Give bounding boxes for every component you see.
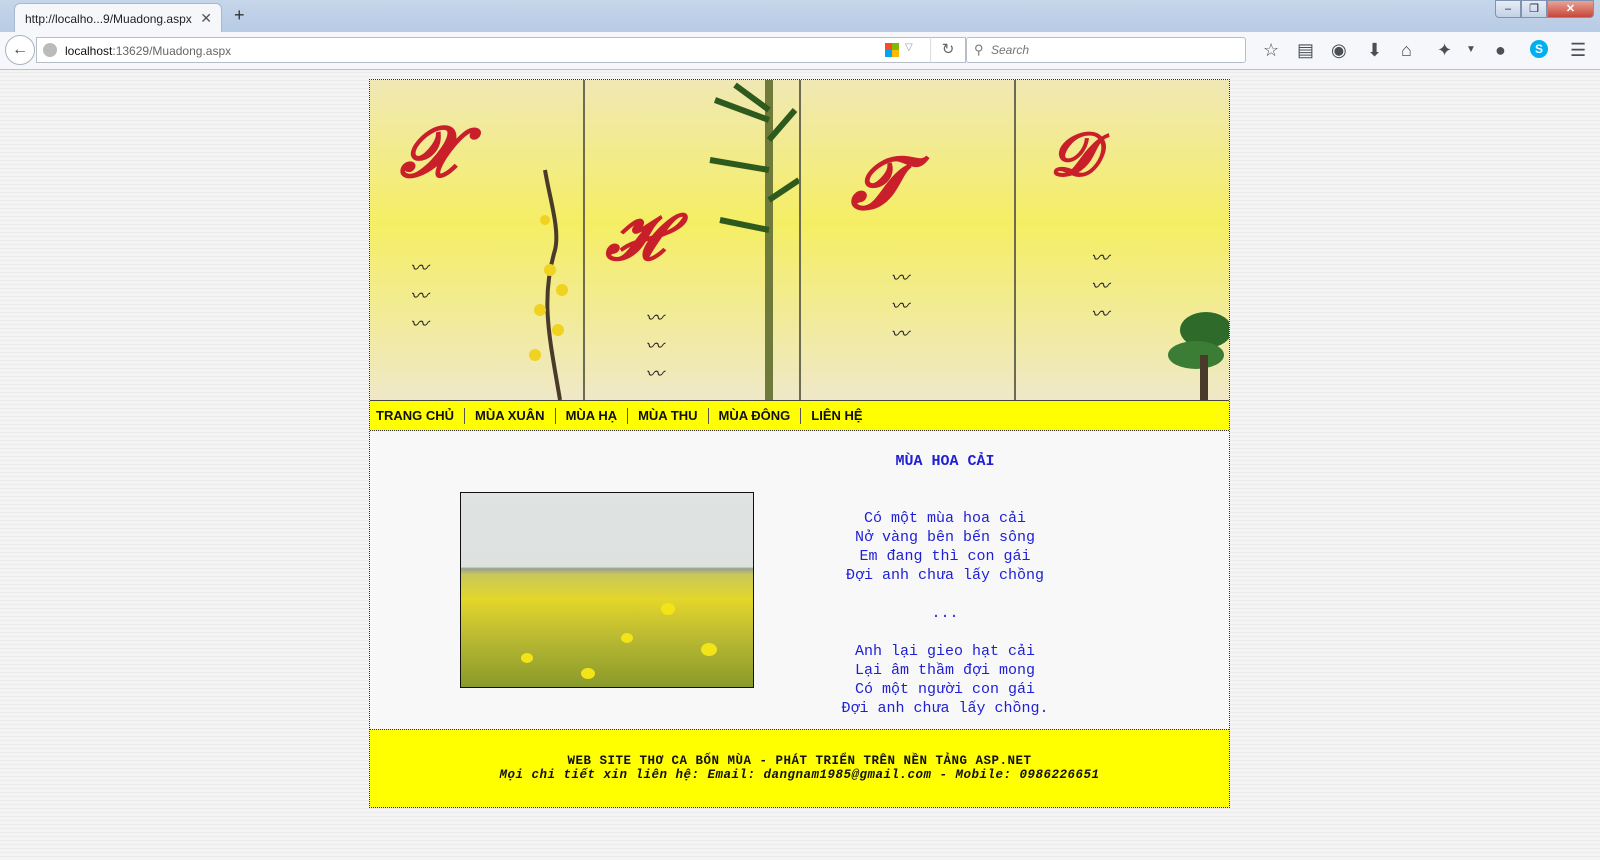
banner-panel-summer: 𝓗 〰〰〰: [585, 80, 801, 400]
pocket-icon[interactable]: ◉: [1331, 40, 1347, 60]
poem-line: Đợi anh chưa lấy chồng.: [841, 700, 1049, 717]
menu-item-autumn[interactable]: MÙA THU: [628, 407, 709, 424]
calligraphy-sub-autumn: 〰〰〰: [890, 268, 909, 345]
poem-line: Đợi anh chưa lấy chồng: [845, 567, 1045, 584]
header-banner: 𝓧 〰〰〰 𝓗 〰〰〰 𝓣 〰〰〰 𝓓 〰〰〰: [370, 80, 1229, 401]
calligraphy-spring: 𝓧: [400, 110, 457, 193]
chat-icon[interactable]: ●: [1495, 40, 1506, 60]
pine-tree-icon: [1167, 312, 1229, 400]
rapeseed-field-photo: [460, 492, 754, 688]
calligraphy-summer: 𝓗: [605, 200, 663, 275]
extension-dropdown-icon[interactable]: ▼: [1466, 40, 1476, 60]
menu-item-spring[interactable]: MÙA XUÂN: [465, 407, 556, 424]
poem-line: Có một mùa hoa cải: [863, 510, 1027, 527]
main-content: MÙA HOA CẢI Có một mùa hoa cải Nở vàng bê…: [370, 432, 1229, 729]
footer-title: WEB SITE THƠ CA BỐN MÙA - PHÁT TRIỂN TRÊ…: [567, 754, 1032, 768]
extension-icon[interactable]: ✦: [1437, 40, 1452, 60]
browser-titlebar: http://localho...9/Muadong.aspx ✕ + – ❐ …: [0, 0, 1600, 33]
skype-icon[interactable]: S: [1530, 40, 1548, 58]
poem-title: MÙA HOA CẢI: [895, 453, 995, 470]
dropdown-arrow-icon[interactable]: ▽: [905, 42, 913, 53]
download-icon[interactable]: ⬇: [1367, 40, 1382, 60]
browser-navbar: ← localhost:13629/Muadong.aspx ▽ ↻ ⚲ ☆ ▤…: [0, 32, 1600, 70]
poem-line: Em đang thì con gái: [859, 548, 1031, 565]
search-box[interactable]: ⚲: [966, 37, 1246, 63]
apricot-branch-icon: [529, 169, 568, 400]
back-arrow-icon: ←: [12, 41, 28, 58]
reading-list-icon[interactable]: ▤: [1297, 40, 1314, 60]
tab-close-icon[interactable]: ✕: [200, 10, 212, 27]
maximize-button[interactable]: ❐: [1521, 0, 1547, 18]
poem-line: Có một người con gái: [854, 681, 1036, 698]
bamboo-icon: [709, 80, 799, 400]
address-bar[interactable]: localhost:13629/Muadong.aspx ▽: [36, 37, 966, 63]
main-menu: TRANG CHỦ MÙA XUÂN MÙA HẠ MÙA THU MÙA ĐÔ…: [370, 401, 1229, 431]
site-info-icon[interactable]: [43, 43, 57, 57]
flower-dot: [621, 633, 633, 643]
poem-line: Nở vàng bên bến sông: [854, 529, 1036, 546]
banner-panel-spring: 𝓧 〰〰〰: [370, 80, 586, 400]
url-host: localhost: [65, 44, 113, 58]
menu-item-contact[interactable]: LIÊN HỆ: [801, 408, 872, 424]
banner-panel-autumn: 𝓣 〰〰〰: [800, 80, 1016, 400]
calligraphy-sub-spring: 〰〰〰: [410, 258, 428, 335]
hamburger-menu-icon[interactable]: ☰: [1570, 40, 1586, 60]
calligraphy-sub-summer: 〰〰〰: [645, 308, 664, 385]
search-icon: ⚲: [974, 42, 984, 57]
calligraphy-sub-winter: 〰〰〰: [1090, 248, 1109, 325]
poem-line: Anh lại gieo hạt cải: [854, 643, 1036, 660]
flower-dot: [661, 603, 675, 615]
flower-dot: [521, 653, 533, 663]
site-container: 𝓧 〰〰〰 𝓗 〰〰〰 𝓣 〰〰〰 𝓓 〰〰〰 TRANG CHỦ MÙA XU…: [369, 79, 1230, 808]
url-path: :13629/Muadong.aspx: [112, 44, 232, 58]
poem-ellipsis: ...: [931, 605, 959, 622]
bookmark-star-icon[interactable]: ☆: [1263, 40, 1279, 60]
browser-tab[interactable]: http://localho...9/Muadong.aspx ✕: [14, 3, 222, 33]
reload-icon: ↻: [941, 41, 955, 58]
new-tab-button[interactable]: +: [234, 5, 245, 26]
menu-item-winter[interactable]: MÙA ĐÔNG: [709, 407, 802, 424]
search-input[interactable]: [991, 42, 1231, 58]
site-footer: WEB SITE THƠ CA BỐN MÙA - PHÁT TRIỂN TRÊ…: [370, 729, 1229, 807]
home-icon[interactable]: ⌂: [1401, 40, 1412, 60]
banner-panel-winter: 𝓓 〰〰〰: [1015, 80, 1229, 400]
flower-dot: [701, 643, 717, 656]
calligraphy-winter: 𝓓: [1050, 120, 1097, 190]
back-button[interactable]: ←: [5, 35, 35, 65]
reload-button[interactable]: ↻: [930, 37, 966, 63]
footer-contact: Mọi chi tiết xin liên hệ: Email: dangnam…: [499, 768, 1100, 782]
tab-title: http://localho...9/Muadong.aspx: [25, 12, 192, 26]
close-window-button[interactable]: ✕: [1547, 0, 1594, 18]
menu-item-summer[interactable]: MÙA HẠ: [556, 407, 629, 424]
menu-item-home[interactable]: TRANG CHỦ: [375, 407, 465, 424]
bing-icon: [885, 43, 899, 57]
poem: MÙA HOA CẢI Có một mùa hoa cải Nở vàng bê…: [820, 452, 1070, 718]
flower-dot: [581, 668, 595, 679]
calligraphy-autumn: 𝓣: [850, 140, 906, 225]
minimize-button[interactable]: –: [1495, 0, 1521, 18]
poem-line: Lại âm thầm đợi mong: [854, 662, 1036, 679]
